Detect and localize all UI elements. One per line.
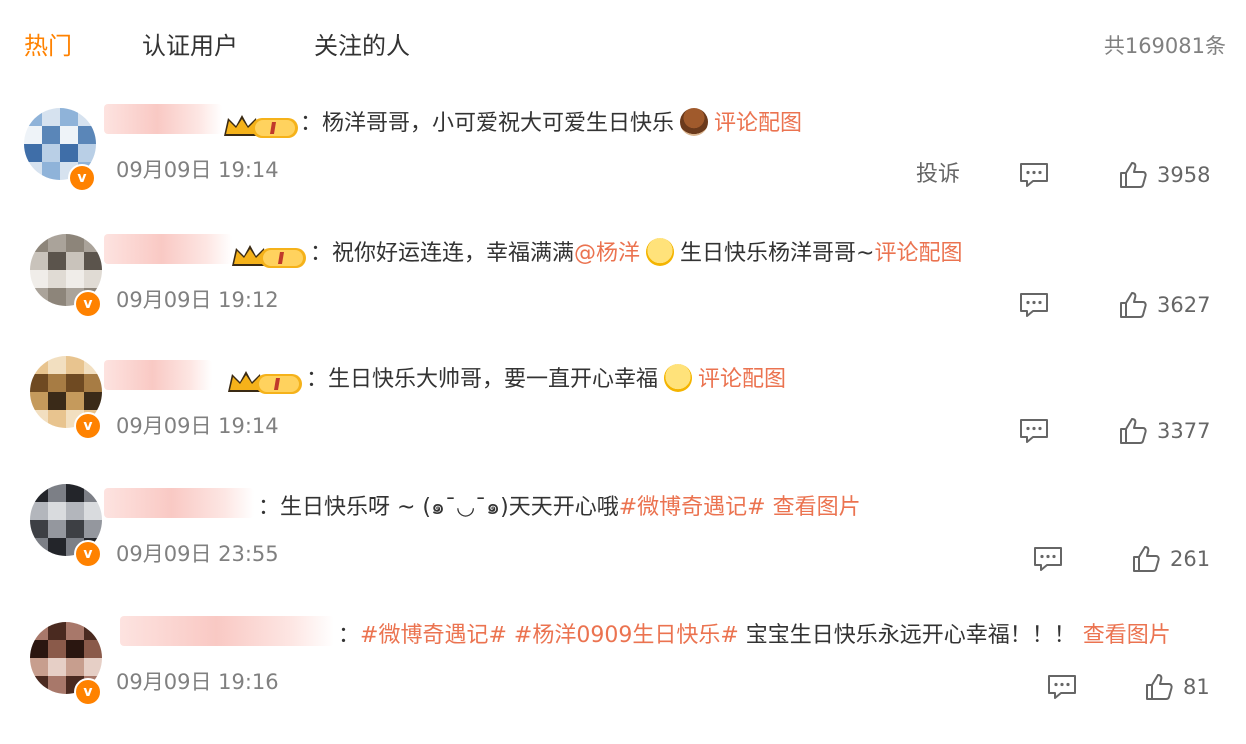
comment-item: v ：杨洋哥哥，小可爱祝大可爱生日快乐 评论配图 09月09日 19:14 投诉 3958 [0,100,1246,228]
comment-icon[interactable] [1046,672,1078,702]
comment-text: ：杨洋哥哥，小可爱祝大可爱生日快乐 评论配图 [300,108,802,140]
comment-time: 09月09日 19:12 [116,288,279,312]
thumbs-up-icon[interactable] [1118,416,1148,446]
comment-text-segment: ： [338,623,361,648]
comment-link[interactable]: #微博奇遇记# [619,495,766,520]
vip-crown-icon [224,115,298,138]
thumbs-up-icon[interactable] [1144,672,1174,702]
comment-text-segment: ：生日快乐大帅哥，要一直开心幸福 [306,367,659,392]
thumbs-up-icon[interactable] [1118,290,1148,320]
comment-time: 09月09日 23:55 [116,542,279,566]
comment-text: ：#微博奇遇记# #杨洋0909生日快乐# 宝宝生日快乐永远开心幸福！！！ 查看… [338,620,1171,652]
verified-badge-icon: v [74,540,102,568]
like-count: 3958 [1157,163,1211,187]
comment-item: v ：祝你好运连连，幸福满满@杨洋 生日快乐杨洋哥哥~评论配图 09月09日 19:1… [0,230,1246,358]
comment-link[interactable]: #杨洋0909生日快乐# [514,623,739,648]
comment-text: ：祝你好运连连，幸福满满@杨洋 生日快乐杨洋哥哥~评论配图 [310,238,962,270]
comment-link[interactable]: 查看图片 [1083,623,1171,648]
comment-link[interactable]: 评论配图 [698,367,786,392]
comment-text-segment [507,623,514,648]
like-count: 3627 [1157,293,1211,317]
comment-time: 09月09日 19:14 [116,414,279,438]
username-blurred[interactable] [120,616,334,646]
like-count: 261 [1170,547,1211,571]
username-blurred[interactable] [104,488,254,518]
username-blurred[interactable] [104,104,222,134]
comment-text-segment: ：杨洋哥哥，小可爱祝大可爱生日快乐 [300,111,675,136]
verified-badge-icon: v [74,412,102,440]
comment-link[interactable]: 评论配图 [714,111,802,136]
like-count: 81 [1183,675,1210,699]
total-count: 共169081条 [1103,34,1226,58]
vip-crown-icon [232,245,306,268]
face-emoji-icon [664,364,693,392]
comment-text-segment: ：生日快乐呀 ~ (๑¯◡¯๑)天天开心哦 [258,495,619,520]
cake-emoji-icon [680,108,709,136]
comment-link[interactable]: 查看图片 [766,495,861,520]
comment-text-segment: ：祝你好运连连，幸福满满 [310,241,575,266]
username-blurred[interactable] [104,360,212,390]
comment-time: 09月09日 19:14 [116,158,279,182]
comment-text-segment: 宝宝生日快乐永远开心幸福！！！ [738,623,1083,648]
comment-link[interactable]: @杨洋 [574,241,640,266]
report-button[interactable]: 投诉 [916,160,960,190]
comment-link[interactable]: #微博奇遇记# [360,623,507,648]
verified-badge-icon: v [68,164,96,192]
comment-time: 09月09日 19:16 [116,670,279,694]
tab-hot[interactable]: 热门 [24,30,72,62]
comment-text: ：生日快乐呀 ~ (๑¯◡¯๑)天天开心哦#微博奇遇记# 查看图片 [258,492,861,524]
vip-crown-icon [228,371,302,394]
comment-icon[interactable] [1018,416,1050,446]
verified-badge-icon: v [74,290,102,318]
verified-badge-icon: v [74,678,102,706]
like-count: 3377 [1157,419,1211,443]
comment-item: v ：#微博奇遇记# #杨洋0909生日快乐# 宝宝生日快乐永远开心幸福！！！ 查… [0,612,1246,740]
comment-tabs: 热门 认证用户 关注的人 共169081条 [0,0,1246,90]
tab-verified-users[interactable]: 认证用户 [142,30,238,62]
comment-icon[interactable] [1018,290,1050,320]
thumbs-up-icon[interactable] [1118,160,1148,190]
comment-link[interactable]: 评论配图 [874,241,962,266]
comment-icon[interactable] [1032,544,1064,574]
face-emoji-icon [646,238,675,266]
thumbs-up-icon[interactable] [1131,544,1161,574]
comment-item: v ：生日快乐大帅哥，要一直开心幸福 评论配图 09月09日 19:14 3377 [0,356,1246,484]
tab-following[interactable]: 关注的人 [314,30,410,62]
comment-item: v ：生日快乐呀 ~ (๑¯◡¯๑)天天开心哦#微博奇遇记# 查看图片 09月09日… [0,484,1246,612]
comment-text-segment: 生日快乐杨洋哥哥~ [680,241,875,266]
username-blurred[interactable] [104,234,232,264]
comment-text: ：生日快乐大帅哥，要一直开心幸福 评论配图 [306,364,786,396]
comment-icon[interactable] [1018,160,1050,190]
